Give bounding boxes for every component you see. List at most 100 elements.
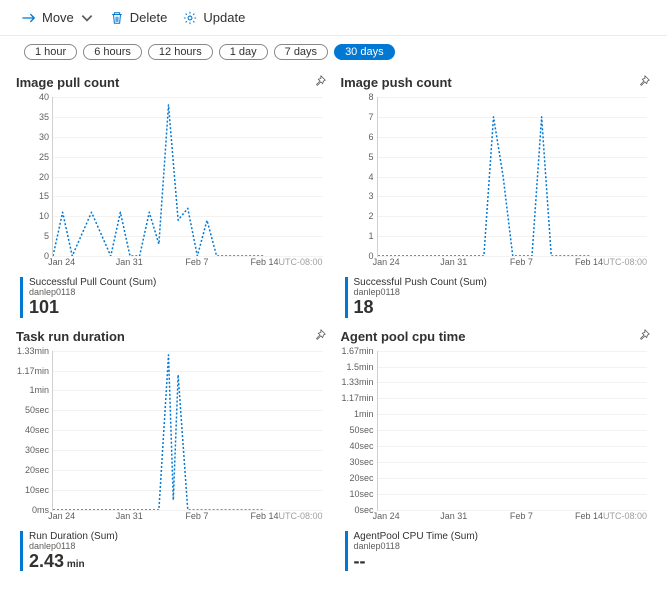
- x-tick: Feb 14: [251, 511, 279, 521]
- chart-line: [378, 97, 648, 256]
- time-pill-12-hours[interactable]: 12 hours: [148, 44, 213, 60]
- metric-card: Agent pool cpu time 1.67min1.5min1.33min1…: [341, 328, 652, 572]
- move-label: Move: [42, 10, 74, 25]
- y-tick: 35: [15, 112, 49, 122]
- legend-resource: danlep0118: [354, 542, 652, 552]
- update-label: Update: [203, 10, 245, 25]
- y-tick: 6: [340, 132, 374, 142]
- chart-area: 1.67min1.5min1.33min1.17min1min50sec40se…: [377, 351, 648, 511]
- y-tick: 0: [340, 251, 374, 261]
- metrics-grid: Image pull count4035302520151050Jan 24Ja…: [0, 66, 667, 587]
- y-tick: 1.33min: [15, 346, 49, 356]
- y-tick: 25: [15, 152, 49, 162]
- time-pill-1-hour[interactable]: 1 hour: [24, 44, 77, 60]
- pin-icon[interactable]: [313, 328, 327, 345]
- delete-label: Delete: [130, 10, 168, 25]
- delete-button[interactable]: Delete: [104, 6, 174, 29]
- x-tick: Feb 7: [185, 257, 208, 267]
- y-tick: 10sec: [15, 485, 49, 495]
- y-tick: 40sec: [340, 441, 374, 451]
- time-range-filter: 1 hour 6 hours 12 hours 1 day 7 days 30 days: [0, 36, 667, 66]
- legend-value: 2.43 min: [29, 552, 327, 572]
- y-tick: 50sec: [340, 425, 374, 435]
- y-tick: 1min: [15, 385, 49, 395]
- y-tick: 3: [340, 191, 374, 201]
- x-tick: Jan 24: [373, 511, 400, 521]
- chart-area: 4035302520151050: [52, 97, 323, 257]
- legend-value: --: [354, 552, 652, 572]
- x-tick: Feb 14: [575, 511, 603, 521]
- legend-resource: danlep0118: [29, 542, 327, 552]
- y-tick: 10sec: [340, 489, 374, 499]
- y-tick: 4: [340, 172, 374, 182]
- metric-card: Image push count876543210Jan 24Jan 31Feb…: [341, 74, 652, 318]
- y-tick: 5: [15, 231, 49, 241]
- y-tick: 1.5min: [340, 362, 374, 372]
- pin-icon[interactable]: [637, 328, 651, 345]
- y-tick: 1min: [340, 409, 374, 419]
- chart-area: 1.33min1.17min1min50sec40sec30sec20sec10…: [52, 351, 323, 511]
- metric-legend: Successful Push Count (Sum)danlep011818: [345, 277, 652, 318]
- y-tick: 8: [340, 92, 374, 102]
- y-tick: 30sec: [340, 457, 374, 467]
- x-axis: Jan 24Jan 31Feb 7Feb 14UTC-08:00: [377, 257, 648, 271]
- y-tick: 5: [340, 152, 374, 162]
- y-tick: 15: [15, 191, 49, 201]
- y-tick: 7: [340, 112, 374, 122]
- y-tick: 2: [340, 211, 374, 221]
- x-tick: Jan 31: [116, 257, 143, 267]
- card-title: Agent pool cpu time: [341, 329, 466, 344]
- x-tick: Feb 14: [251, 257, 279, 267]
- pin-icon[interactable]: [313, 74, 327, 91]
- legend-value: 101: [29, 298, 327, 318]
- y-tick: 0ms: [15, 505, 49, 515]
- move-icon: [22, 11, 36, 25]
- y-tick: 30sec: [15, 445, 49, 455]
- x-tick: Jan 31: [440, 257, 467, 267]
- pin-icon[interactable]: [637, 74, 651, 91]
- gear-icon: [183, 11, 197, 25]
- time-pill-6-hours[interactable]: 6 hours: [83, 44, 142, 60]
- x-tick: Feb 7: [510, 511, 533, 521]
- y-tick: 1: [340, 231, 374, 241]
- metric-legend: Run Duration (Sum)danlep01182.43 min: [20, 531, 327, 572]
- legend-resource: danlep0118: [354, 288, 652, 298]
- time-pill-7-days[interactable]: 7 days: [274, 44, 328, 60]
- x-tick: Jan 31: [440, 511, 467, 521]
- x-axis: Jan 24Jan 31Feb 7Feb 14UTC-08:00: [52, 257, 323, 271]
- toolbar: Move Delete Update: [0, 0, 667, 36]
- y-tick: 0sec: [340, 505, 374, 515]
- card-title: Task run duration: [16, 329, 125, 344]
- chart-area: 876543210: [377, 97, 648, 257]
- timezone-label: UTC-08:00: [603, 511, 647, 521]
- x-tick: Feb 7: [185, 511, 208, 521]
- update-button[interactable]: Update: [177, 6, 251, 29]
- metric-legend: AgentPool CPU Time (Sum)danlep0118--: [345, 531, 652, 572]
- y-tick: 50sec: [15, 405, 49, 415]
- y-tick: 40sec: [15, 425, 49, 435]
- y-tick: 1.17min: [15, 366, 49, 376]
- time-pill-30-days[interactable]: 30 days: [334, 44, 395, 60]
- y-tick: 20sec: [340, 473, 374, 483]
- y-tick: 1.67min: [340, 346, 374, 356]
- x-tick: Jan 24: [48, 511, 75, 521]
- timezone-label: UTC-08:00: [278, 511, 322, 521]
- card-title: Image push count: [341, 75, 452, 90]
- metric-legend: Successful Pull Count (Sum)danlep0118101: [20, 277, 327, 318]
- y-tick: 0: [15, 251, 49, 261]
- timezone-label: UTC-08:00: [603, 257, 647, 267]
- timezone-label: UTC-08:00: [278, 257, 322, 267]
- time-pill-1-day[interactable]: 1 day: [219, 44, 268, 60]
- card-title: Image pull count: [16, 75, 119, 90]
- metric-card: Task run duration1.33min1.17min1min50sec…: [16, 328, 327, 572]
- delete-icon: [110, 11, 124, 25]
- x-axis: Jan 24Jan 31Feb 7Feb 14UTC-08:00: [377, 511, 648, 525]
- legend-value: 18: [354, 298, 652, 318]
- chevron-down-icon: [80, 11, 94, 25]
- move-button[interactable]: Move: [16, 6, 100, 29]
- x-tick: Feb 7: [510, 257, 533, 267]
- x-tick: Jan 24: [48, 257, 75, 267]
- chart-line: [53, 351, 323, 510]
- x-tick: Feb 14: [575, 257, 603, 267]
- y-tick: 30: [15, 132, 49, 142]
